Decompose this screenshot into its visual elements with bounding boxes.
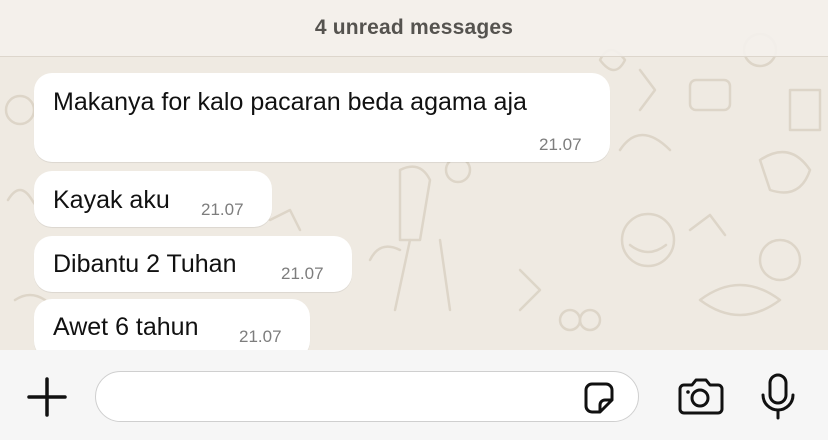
- message-input[interactable]: [114, 382, 578, 414]
- message-timestamp: 21.07: [239, 327, 282, 346]
- camera-icon[interactable]: [676, 377, 724, 417]
- microphone-icon[interactable]: [758, 372, 798, 422]
- unread-messages-label: 4 unread messages: [314, 16, 514, 39]
- message-bubble[interactable]: Kayak aku 21.07: [34, 171, 272, 227]
- message-timestamp: 21.07: [539, 135, 582, 154]
- plus-icon[interactable]: [26, 376, 68, 418]
- unread-messages-banner: 4 unread messages: [0, 0, 828, 57]
- message-timestamp: 21.07: [281, 264, 324, 283]
- message-text: Kayak aku: [53, 186, 170, 214]
- message-input-field[interactable]: [95, 371, 639, 422]
- message-composer: [0, 350, 828, 440]
- message-text: Awet 6 tahun: [53, 313, 199, 341]
- message-bubble[interactable]: Awet 6 tahun 21.07: [34, 299, 310, 350]
- sticker-icon[interactable]: [580, 380, 616, 416]
- message-bubble[interactable]: Makanya for kalo pacaran beda agama aja …: [34, 73, 610, 162]
- message-timestamp: 21.07: [201, 200, 244, 219]
- message-text: Dibantu 2 Tuhan: [53, 250, 237, 278]
- message-text: Makanya for kalo pacaran beda agama aja: [53, 88, 527, 116]
- chat-area[interactable]: 4 unread messages Makanya for kalo pacar…: [0, 0, 828, 350]
- message-bubble[interactable]: Dibantu 2 Tuhan 21.07: [34, 236, 352, 292]
